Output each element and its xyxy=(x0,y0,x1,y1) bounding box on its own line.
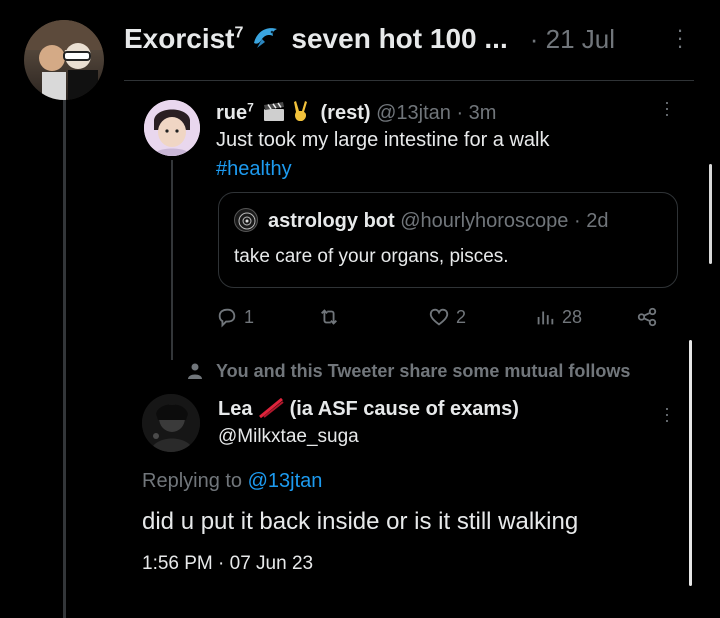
thread-line-left xyxy=(63,100,66,618)
reply-more-icon[interactable]: · · · xyxy=(662,93,672,123)
like-count: 2 xyxy=(456,306,467,327)
like-action[interactable]: 2 xyxy=(428,306,466,328)
reply-display-name-text: rue xyxy=(216,102,248,124)
person-icon xyxy=(187,362,203,385)
main-name-suffix: seven hot 100 ... xyxy=(291,23,508,54)
dolphin-icon xyxy=(251,23,281,56)
focused-reply-text: did u put it back inside or is it still … xyxy=(142,508,579,535)
share-icon xyxy=(637,307,657,327)
focused-display-name: Lea xyxy=(218,398,253,420)
reply-name-badge: (rest) xyxy=(320,102,371,124)
red-slash-icon xyxy=(258,397,284,424)
reply-name-superscript: 7 xyxy=(247,100,254,115)
avatar-lea[interactable] xyxy=(142,394,200,452)
replying-to-handle[interactable]: @13jtan xyxy=(248,470,323,492)
focused-reply-handle[interactable]: @Milkxtae_suga xyxy=(218,426,359,448)
share-action[interactable] xyxy=(636,306,658,328)
retweet-icon xyxy=(321,309,337,325)
reply-action[interactable]: 1 xyxy=(216,306,254,328)
quoted-time[interactable]: · 2d xyxy=(574,210,608,232)
retweet-action[interactable] xyxy=(318,306,346,328)
scrollbar-thumb-top[interactable] xyxy=(709,164,712,264)
avatar-image xyxy=(24,20,104,100)
thread-line-reply xyxy=(171,160,173,360)
avatar-astrology-bot[interactable] xyxy=(234,208,258,232)
focused-name-suffix: (ia ASF cause of exams) xyxy=(289,398,519,420)
focused-reply-name[interactable]: Lea (ia ASF cause of exams) xyxy=(218,397,519,424)
scrollbar-thumb-bottom[interactable] xyxy=(689,340,692,586)
quoted-display-name[interactable]: astrology bot xyxy=(268,210,395,232)
main-display-name[interactable]: Exorcist7 xyxy=(124,23,243,55)
focused-more-icon[interactable]: · · · xyxy=(662,399,672,429)
clapper-icon xyxy=(263,102,285,128)
avatar-image xyxy=(144,100,200,156)
avatar-rue[interactable] xyxy=(144,100,200,156)
reply-icon xyxy=(218,308,236,328)
quoted-header: astrology bot @hourlyhoroscope · 2d xyxy=(268,210,608,233)
main-tweet-header: Exorcist7 seven hot 100 ... · 21 Jul xyxy=(124,22,615,56)
main-tweet-date[interactable]: · 21 Jul xyxy=(530,24,615,55)
avatar-image xyxy=(142,394,200,452)
reply-time[interactable]: · 3m xyxy=(456,102,496,124)
main-display-name-text: Exorcist xyxy=(124,23,235,54)
view-count: 28 xyxy=(562,306,583,327)
avatar-exorcist[interactable] xyxy=(24,20,104,100)
views-action[interactable]: 28 xyxy=(534,306,582,328)
replying-to-label: Replying to xyxy=(142,470,243,492)
reply-header: rue7 (rest) @13jtan · 3m xyxy=(216,100,496,128)
reply-display-name[interactable]: rue7 xyxy=(216,100,254,124)
quoted-handle[interactable]: @hourlyhoroscope xyxy=(400,210,568,232)
heart-icon xyxy=(429,308,449,326)
reply-text: Just took my large intestine for a walk xyxy=(216,129,550,151)
quoted-text: take care of your organs, pisces. xyxy=(234,246,509,267)
mutual-follows-notice: You and this Tweeter share some mutual f… xyxy=(216,361,631,381)
quoted-tweet-card[interactable] xyxy=(218,192,678,288)
main-name-superscript: 7 xyxy=(234,24,244,42)
reply-count: 1 xyxy=(244,306,255,327)
victory-hand-icon xyxy=(291,100,311,128)
focused-reply-timestamp[interactable]: 1:56 PM · 07 Jun 23 xyxy=(142,553,313,575)
reply-handle[interactable]: @13jtan xyxy=(376,102,451,124)
header-divider xyxy=(124,80,694,81)
main-more-icon[interactable]: · · · xyxy=(675,19,685,57)
reply-hashtag[interactable]: #healthy xyxy=(216,158,292,181)
views-icon xyxy=(537,311,554,325)
replying-to-line: Replying to @13jtan xyxy=(142,470,322,493)
